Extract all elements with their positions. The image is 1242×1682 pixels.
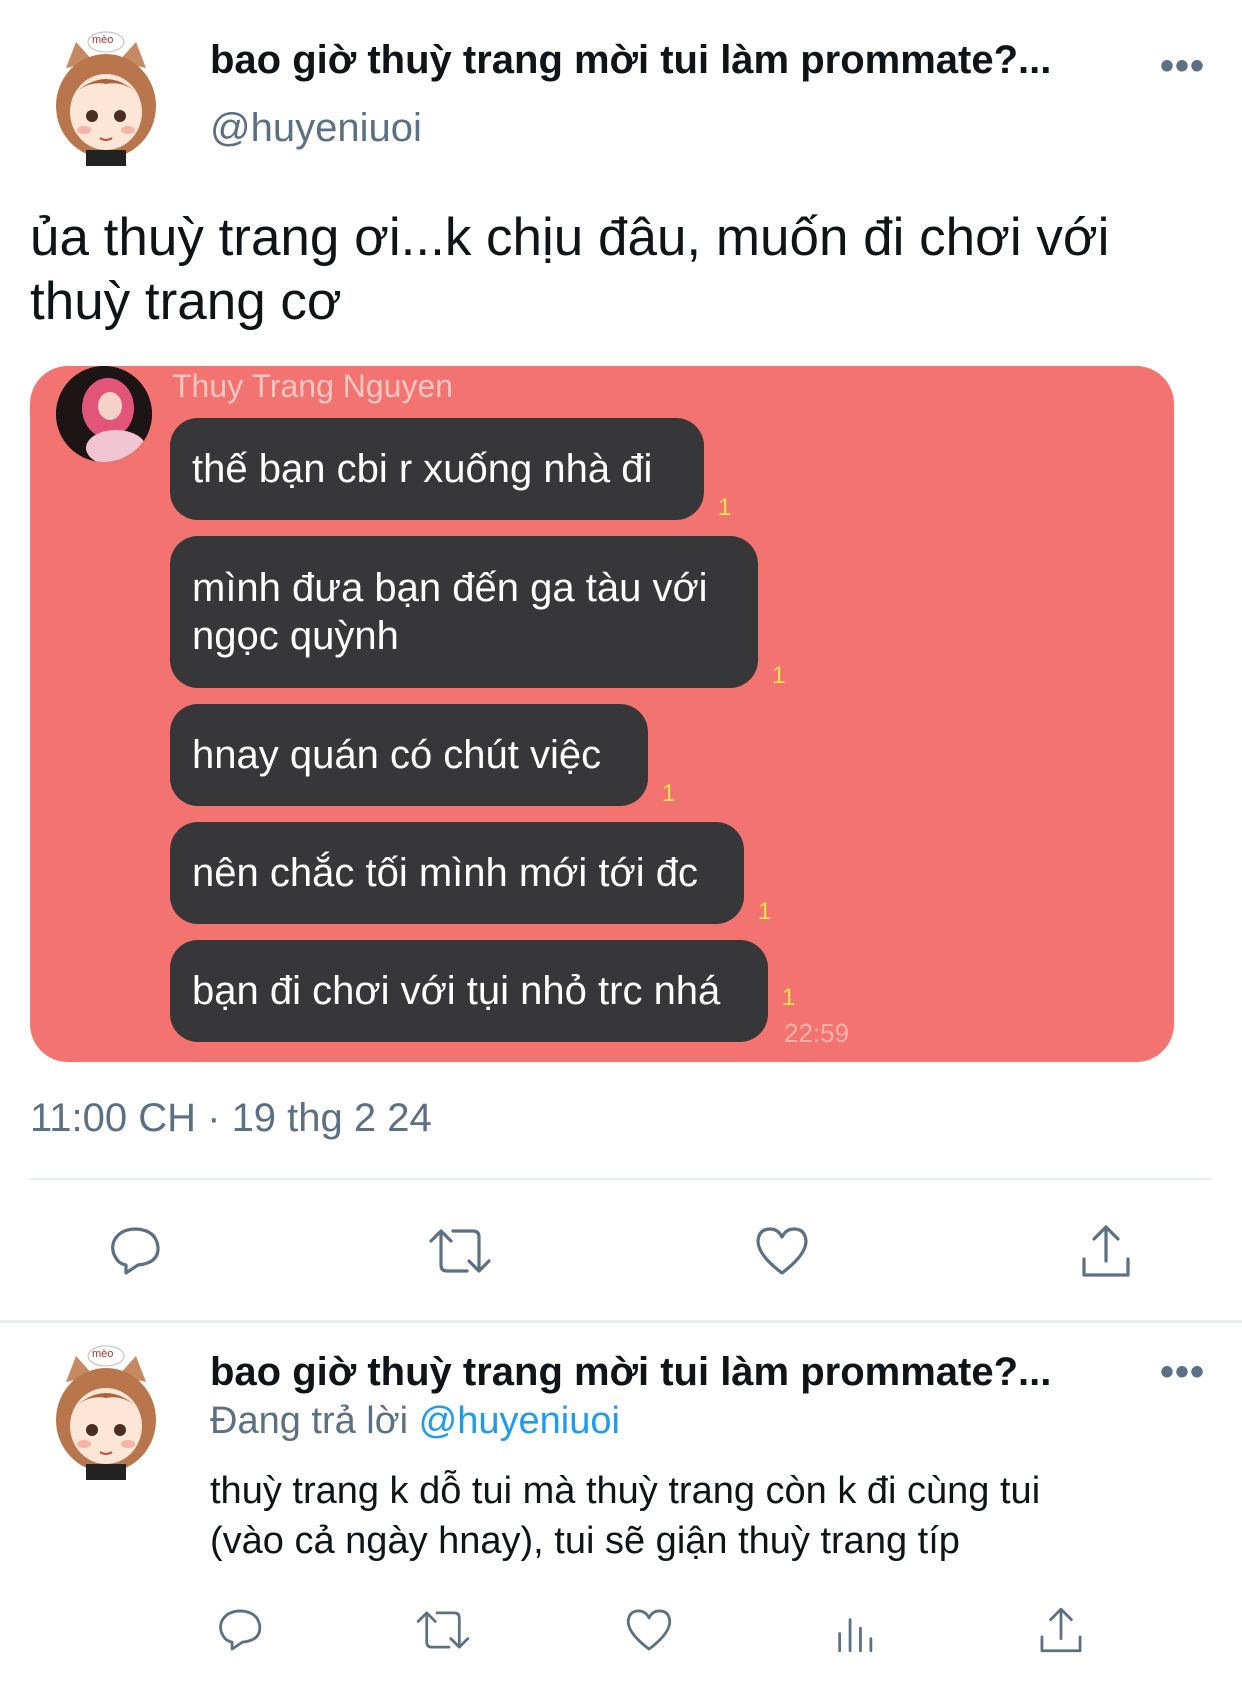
replying-prefix: Đang trả lời <box>210 1400 409 1442</box>
tweet-text-line: ủa thuỳ trang ơi...k chịu đâu, muốn đi c… <box>30 208 1110 267</box>
read-count: 1 <box>782 984 796 1011</box>
avatar-label: mèo <box>92 34 114 46</box>
chat-message-text: hnay quán có chút việc <box>192 733 602 777</box>
reply-avatar[interactable]: mèo <box>36 1342 176 1482</box>
chat-bubble: hnay quán có chút việc <box>170 704 648 806</box>
tweet-text: ủa thuỳ trang ơi...k chịu đâu, muốn đi c… <box>30 206 1220 334</box>
reply-text-line: (vào cả ngày hnay), tui sẽ giận thuỳ tra… <box>210 1520 960 1562</box>
read-count: 1 <box>718 494 732 521</box>
attached-image[interactable]: Thuy Trang Nguyen thế bạn cbi r xuống nh… <box>30 366 1174 1062</box>
tweet-timestamp[interactable]: 11:00 CH · 19 thg 2 24 <box>30 1096 432 1141</box>
chat-bubble: thế bạn cbi r xuống nhà đi <box>170 418 704 520</box>
more-horizontal-icon[interactable]: ••• <box>1160 1350 1205 1395</box>
avatar[interactable]: mèo <box>36 28 176 168</box>
chat-message-text: ngọc quỳnh <box>192 614 399 658</box>
chat-message-text: thế bạn cbi r xuống nhà đi <box>192 447 653 491</box>
chat-bubble: mình đưa bạn đến ga tàu với ngọc quỳnh <box>170 536 758 688</box>
share-icon[interactable] <box>1066 1216 1146 1286</box>
read-count: 1 <box>772 662 786 689</box>
chat-avatar <box>56 366 152 462</box>
chat-message-text: nên chắc tối mình mới tới đc <box>192 851 698 895</box>
retweet-icon[interactable] <box>420 1216 500 1286</box>
replying-mention[interactable]: @huyeniuoi <box>419 1400 620 1442</box>
read-count: 1 <box>758 898 772 925</box>
reply-display-name[interactable]: bao giờ thuỳ trang mời tui làm prommate?… <box>210 1350 1130 1395</box>
reply-icon[interactable] <box>94 1216 174 1286</box>
chat-bubble: bạn đi chơi với tụi nhỏ trc nhá <box>170 940 768 1042</box>
more-horizontal-icon[interactable]: ••• <box>1160 44 1205 89</box>
chat-sender-name: Thuy Trang Nguyen <box>172 368 454 404</box>
chat-message-text: mình đưa bạn đến ga tàu với <box>192 566 708 610</box>
replying-to: Đang trả lời @huyeniuoi <box>210 1400 620 1443</box>
avatar-label: mèo <box>92 1348 114 1360</box>
divider <box>0 1320 1242 1323</box>
share-icon[interactable] <box>1026 1600 1096 1660</box>
chat-message-text: bạn đi chơi với tụi nhỏ trc nhá <box>192 969 721 1013</box>
analytics-icon[interactable] <box>822 1600 892 1660</box>
reply-text: thuỳ trang k dỗ tui mà thuỳ trang còn k … <box>210 1466 1230 1566</box>
reply-icon[interactable] <box>204 1600 274 1660</box>
read-count: 1 <box>662 780 676 807</box>
chat-timestamp: 22:59 <box>784 1018 850 1048</box>
display-name[interactable]: bao giờ thuỳ trang mời tui làm prommate?… <box>210 38 1130 83</box>
tweet-text-line: thuỳ trang cơ <box>30 272 342 331</box>
like-icon[interactable] <box>742 1216 822 1286</box>
like-icon[interactable] <box>614 1600 684 1660</box>
chat-bubble: nên chắc tối mình mới tới đc <box>170 822 744 924</box>
reply-text-line: thuỳ trang k dỗ tui mà thuỳ trang còn k … <box>210 1470 1041 1512</box>
user-handle[interactable]: @huyeniuoi <box>210 106 422 151</box>
retweet-icon[interactable] <box>408 1600 478 1660</box>
divider <box>30 1178 1212 1180</box>
